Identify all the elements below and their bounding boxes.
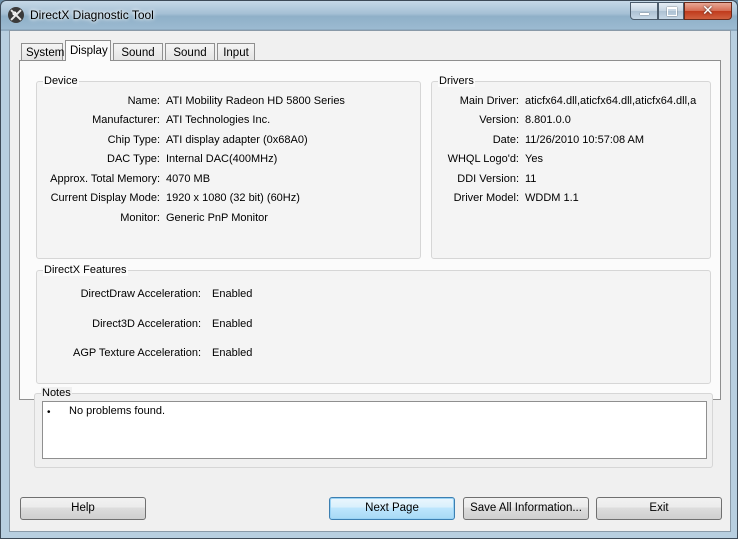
device-display-mode-value: 1920 x 1080 (32 bit) (60Hz) [166,192,300,204]
directx-features-group: DirectX Features DirectDraw Acceleration… [36,264,712,384]
notes-textbox[interactable]: • No problems found. [42,401,707,459]
device-chip-type-label: Chip Type: [107,134,160,146]
feature-row-directdraw: DirectDraw Acceleration: Enabled [37,286,712,302]
device-row-chip-type: Chip Type: ATI display adapter (0x68A0) [37,132,422,148]
device-chip-type-value: ATI display adapter (0x68A0) [166,134,308,146]
device-manufacturer-value: ATI Technologies Inc. [166,114,271,126]
device-group: Device Name: ATI Mobility Radeon HD 5800… [36,75,422,259]
drivers-group: Drivers Main Driver: aticfx64.dll,aticfx… [431,75,712,259]
main-driver-label: Main Driver: [459,95,519,107]
agp-texture-label: AGP Texture Acceleration: [73,347,201,359]
window-title: DirectX Diagnostic Tool [30,8,154,22]
device-row-monitor: Monitor: Generic PnP Monitor [37,210,422,226]
directx-app-icon [8,7,24,23]
whql-label: WHQL Logo'd: [447,153,519,165]
device-display-mode-label: Current Display Mode: [50,192,160,204]
directdraw-value: Enabled [212,288,253,300]
driver-date-label: Date: [492,134,519,146]
driver-date-value: 11/26/2010 10:57:08 AM [525,134,645,146]
driver-row-main: Main Driver: aticfx64.dll,aticfx64.dll,a… [432,93,712,109]
ddi-version-label: DDI Version: [457,173,519,185]
close-button[interactable]: ✕ [684,2,732,20]
device-row-manufacturer: Manufacturer: ATI Technologies Inc. [37,112,422,128]
direct3d-value: Enabled [212,318,253,330]
note-item: No problems found. [69,405,165,417]
ddi-version-value: 11 [525,173,537,185]
directdraw-label: DirectDraw Acceleration: [80,288,201,300]
driver-model-label: Driver Model: [453,192,519,204]
main-driver-value: aticfx64.dll,aticfx64.dll,aticfx64.dll,a [525,95,697,107]
driver-row-model: Driver Model: WDDM 1.1 [432,190,712,206]
whql-value: Yes [525,153,543,165]
driver-row-version: Version: 8.801.0.0 [432,112,712,128]
device-row-display-mode: Current Display Mode: 1920 x 1080 (32 bi… [37,190,422,206]
device-row-dac-type: DAC Type: Internal DAC(400MHz) [37,151,422,167]
driver-row-whql: WHQL Logo'd: Yes [432,151,712,167]
next-page-button[interactable]: Next Page [329,497,455,520]
device-memory-label: Approx. Total Memory: [50,173,160,185]
dialog-client-area: System Display Sound 1 Sound 2 Input Dev… [9,30,731,532]
title-bar[interactable]: DirectX Diagnostic Tool ✕ [1,1,737,29]
minimize-icon [640,13,649,15]
tab-display[interactable]: Display [65,40,111,61]
drivers-group-title: Drivers [438,75,475,87]
notes-title: Notes [41,387,72,399]
device-monitor-value: Generic PnP Monitor [166,212,268,224]
app-window: DirectX Diagnostic Tool ✕ System Display… [0,0,738,539]
device-name-value: ATI Mobility Radeon HD 5800 Series [166,95,345,107]
device-manufacturer-label: Manufacturer: [92,114,160,126]
driver-row-date: Date: 11/26/2010 10:57:08 AM [432,132,712,148]
tab-input[interactable]: Input [217,43,255,61]
device-row-name: Name: ATI Mobility Radeon HD 5800 Series [37,93,422,109]
note-bullet: • [47,407,51,418]
tab-system[interactable]: System [21,43,64,61]
minimize-button[interactable] [630,2,658,20]
device-monitor-label: Monitor: [120,212,160,224]
directx-features-title: DirectX Features [43,264,128,276]
tab-sound-2[interactable]: Sound 2 [165,43,215,77]
close-icon: ✕ [702,3,714,19]
device-dac-type-value: Internal DAC(400MHz) [166,153,278,165]
device-group-title: Device [43,75,79,87]
device-row-memory: Approx. Total Memory: 4070 MB [37,171,422,187]
exit-button[interactable]: Exit [596,497,722,520]
feature-row-direct3d: Direct3D Acceleration: Enabled [37,316,712,332]
tab-sound-1[interactable]: Sound 1 [113,43,163,77]
driver-version-label: Version: [479,114,519,126]
driver-version-value: 8.801.0.0 [525,114,571,126]
driver-row-ddi: DDI Version: 11 [432,171,712,187]
maximize-icon [667,7,677,16]
display-tab-panel: Device Name: ATI Mobility Radeon HD 5800… [19,60,721,400]
device-memory-value: 4070 MB [166,173,211,185]
feature-row-agp: AGP Texture Acceleration: Enabled [37,345,712,361]
agp-texture-value: Enabled [212,347,253,359]
device-dac-type-label: DAC Type: [107,153,160,165]
device-name-label: Name: [127,95,160,107]
driver-model-value: WDDM 1.1 [525,192,579,204]
maximize-button[interactable] [658,2,684,20]
direct3d-label: Direct3D Acceleration: [92,318,201,330]
help-button[interactable]: Help [20,497,146,520]
save-all-information-button[interactable]: Save All Information... [463,497,589,520]
